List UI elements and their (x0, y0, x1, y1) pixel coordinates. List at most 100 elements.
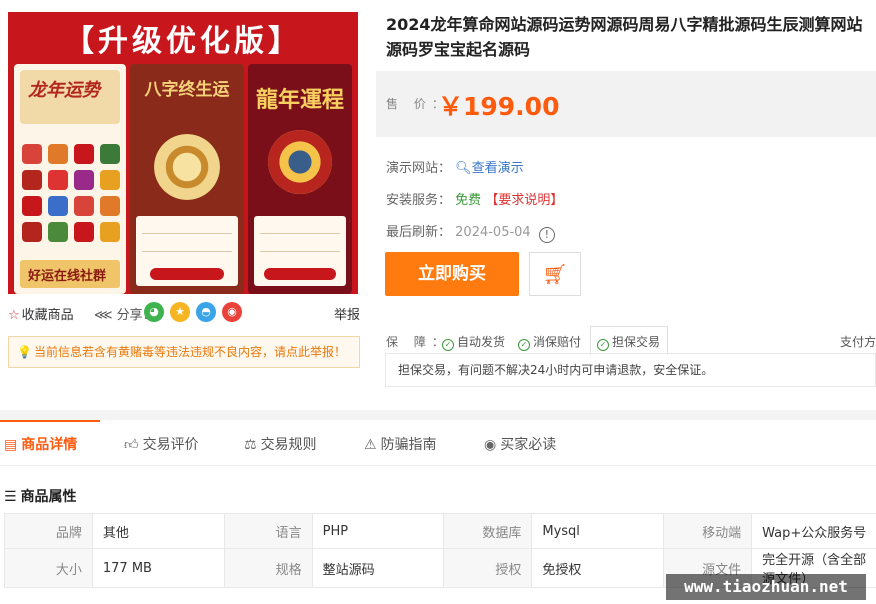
section-divider (0, 410, 876, 420)
panel-title: 龙年运势 (28, 80, 100, 101)
check-icon: ✓ (597, 339, 609, 351)
attr-key: 语言 (223, 513, 313, 549)
panel-title: 龍年運程 (255, 88, 344, 113)
feature-tile-icon (48, 222, 68, 242)
check-icon: ✓ (518, 339, 530, 351)
feature-tile-icon (74, 222, 94, 242)
refresh-row: 最后刷新： 2024-05-04 ! (386, 221, 555, 243)
wechat-icon[interactable]: ◕ (144, 302, 164, 322)
attributes-heading: ☰ 商品属性 (4, 489, 77, 505)
add-to-cart-button[interactable]: 🛒︎ (529, 252, 581, 296)
panel-footer: 好运在线社群 (20, 260, 120, 288)
feature-tile-icon (22, 222, 42, 242)
tab-rules[interactable]: ⚖ 交易规则 (244, 434, 317, 454)
feature-tile-icon (100, 170, 120, 190)
attr-value: PHP (311, 513, 445, 549)
feature-tile-icon (100, 222, 120, 242)
notice-text: 当前信息若含有黄赌毒等违法违规不良内容，请点此举报！ (33, 345, 346, 359)
feature-tile-icon (22, 144, 42, 164)
feature-tile-icon (100, 144, 120, 164)
product-title: 2024龙年算命网站源码运势网源码周易八字精批源码生辰测算网站源码罗宝宝起名源码 (386, 15, 863, 59)
product-image[interactable]: 【升级优化版】 龙年运势 好运在线社群 八字终生运 龍年運程 (8, 12, 358, 294)
refresh-date: 2024-05-04 (455, 225, 531, 240)
attr-value: Mysql (531, 513, 665, 549)
tab-details[interactable]: ▤ 商品详情 (4, 434, 77, 454)
attr-key: 品牌 (4, 513, 93, 549)
price-box: 售 价： ￥199.00 (376, 71, 876, 137)
feature-tile-icon (48, 144, 68, 164)
attr-value: Wap+公众服务号 (751, 513, 876, 549)
payment-method-label: 支付方 (839, 335, 876, 349)
attr-key: 大小 (4, 548, 93, 588)
banner-text: 【升级优化版】 (64, 24, 302, 59)
attr-key: 规格 (223, 548, 313, 588)
list-icon: ☰ (4, 489, 17, 505)
info-icon[interactable]: ! (538, 227, 555, 243)
guarantee-tab-compensation[interactable]: ✓ 消保赔付 (518, 333, 581, 351)
detail-tabs: ▤ 商品详情 👍︎ 交易评价 ⚖ 交易规则 ⚠ 防骗指南 ◉ 买家必读 (0, 420, 876, 466)
buy-now-button[interactable]: 立即购买 (385, 252, 519, 296)
thumbs-up-icon: 👍︎ (124, 437, 139, 453)
share-row: ☆ 收藏商品 ⋘ 分享： ◕ ★ ◓ ◉ 举报 (8, 302, 360, 324)
feature-tile-icon (22, 196, 42, 216)
guarantee-tab-escrow[interactable]: ✓ 担保交易 (597, 333, 660, 351)
tab-buyer-notice[interactable]: ◉ 买家必读 (484, 434, 556, 454)
demo-row: 演示网站： 🔍︎查看演示 (386, 161, 524, 176)
dragon-wheel-icon (268, 130, 332, 194)
panel-title: 八字终生运 (144, 80, 230, 100)
table-row: 品牌 其他 语言 PHP 数据库 Mysql 移动端 Wap+公众服务号 (4, 513, 876, 549)
feature-tile-icon (100, 196, 120, 216)
favorite-button[interactable]: ☆ 收藏商品 (8, 304, 74, 323)
active-tab-indicator (0, 420, 100, 422)
cart-icon: 🛒︎ (542, 262, 568, 286)
attr-key: 数据库 (443, 513, 533, 549)
feature-tile-icon (22, 170, 42, 190)
info-circle-icon: ◉ (484, 437, 497, 453)
feature-tile-icon (74, 170, 94, 190)
qq-icon[interactable]: ◓ (196, 302, 216, 322)
demo-link[interactable]: 🔍︎查看演示 (455, 161, 524, 176)
feature-tile-icon (74, 144, 94, 164)
shield-icon: ⚠ (364, 437, 377, 453)
panel-title-box: 龙年运势 (20, 70, 120, 124)
attr-key: 移动端 (663, 513, 753, 549)
install-requirements-link[interactable]: 【要求说明】 (485, 193, 563, 208)
feature-tile-icon (74, 196, 94, 216)
guarantee-row: 保 障： ✓ 自动发货 ✓ 消保赔付 ✓ 担保交易 支付方 (376, 326, 876, 355)
lightbulb-icon: 💡 (17, 345, 32, 359)
check-icon: ✓ (442, 339, 454, 351)
input-form-preview (254, 216, 346, 286)
guarantee-label: 保 障： (386, 335, 450, 349)
guarantee-tab-auto-delivery[interactable]: ✓ 自动发货 (442, 333, 505, 351)
attr-key: 授权 (443, 548, 533, 588)
report-notice[interactable]: 💡 当前信息若含有黄赌毒等违法违规不良内容，请点此举报！ (8, 336, 360, 368)
input-form-preview (136, 216, 238, 286)
attr-value: 免授权 (531, 548, 665, 588)
panel-footer-text: 好运在线社群 (28, 269, 107, 284)
feature-tile-icon (48, 170, 68, 190)
feature-tile-icon (48, 196, 68, 216)
qzone-icon[interactable]: ★ (170, 302, 190, 322)
install-row: 安装服务： 免费 【要求说明】 (386, 193, 564, 208)
install-value: 免费 (455, 193, 482, 208)
details-icon: ▤ (4, 437, 18, 453)
search-icon: 🔍︎ (455, 161, 472, 176)
weibo-icon[interactable]: ◉ (222, 302, 242, 322)
feature-icon-grid (22, 144, 120, 242)
image-banner: 【升级优化版】 (8, 12, 358, 64)
report-link[interactable]: 举报 (334, 304, 360, 323)
tab-anti-fraud[interactable]: ⚠ 防骗指南 (364, 434, 437, 454)
preview-panel-bazi: 八字终生运 (130, 64, 244, 294)
attr-value: 177 MB (91, 548, 225, 588)
site-watermark: www.tiaozhuan.net (666, 574, 866, 600)
preview-panel-dragon: 龍年運程 (248, 64, 352, 294)
price-value: ￥199.00 (438, 92, 560, 121)
preview-panel-fortune: 龙年运势 好运在线社群 (14, 64, 126, 294)
submit-button-preview (150, 268, 224, 280)
star-icon: ☆ (8, 308, 20, 323)
submit-button-preview (264, 268, 336, 280)
tab-reviews[interactable]: 👍︎ 交易评价 (124, 434, 199, 454)
bagua-wheel-icon (154, 134, 220, 200)
scale-icon: ⚖ (244, 437, 257, 453)
guarantee-description: 担保交易，有问题不解决24小时内可申请退款，安全保证。 (385, 353, 876, 387)
